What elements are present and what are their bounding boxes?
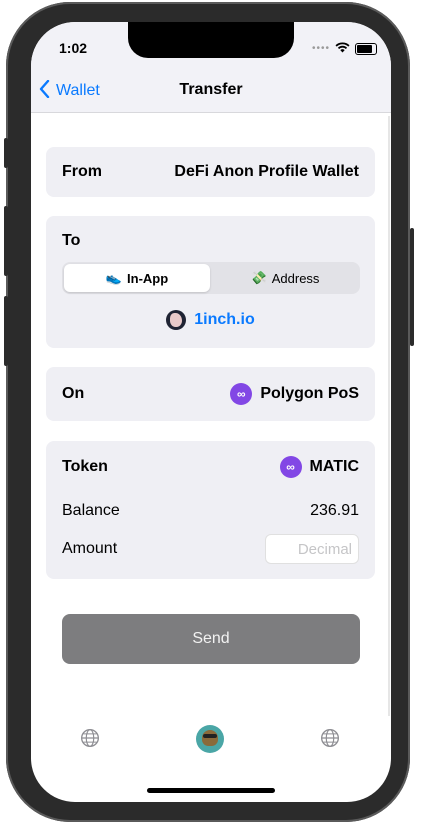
home-indicator[interactable] (147, 788, 275, 793)
power-button (410, 228, 414, 346)
from-card[interactable]: From DeFi Anon Profile Wallet (46, 147, 375, 197)
amount-input[interactable] (265, 534, 359, 564)
send-button[interactable]: Send (62, 614, 360, 664)
amount-label: Amount (62, 540, 118, 557)
amount-row: Amount (62, 532, 359, 566)
battery-icon (355, 42, 377, 55)
token-label: Token (62, 458, 108, 475)
status-time: 1:02 (59, 40, 88, 56)
scroll-indicator[interactable] (388, 116, 390, 716)
token-row[interactable]: Token ∞ MATIC (62, 455, 359, 479)
network-label: On (62, 385, 85, 402)
network-value: ∞ Polygon PoS (230, 383, 359, 405)
balance-row: Balance 236.91 (62, 499, 359, 523)
to-row: To (62, 230, 359, 252)
balance-value: 236.91 (310, 502, 359, 519)
segment-in-app[interactable]: 👟 In-App (64, 264, 210, 292)
token-value: ∞ MATIC (279, 456, 359, 478)
profile-avatar[interactable] (196, 725, 224, 753)
from-label: From (62, 163, 102, 180)
token-symbol: MATIC (309, 458, 359, 475)
globe-icon (321, 729, 339, 747)
destination-link[interactable]: 1inch.io (46, 310, 375, 330)
globe-icon (81, 729, 99, 747)
from-row: From DeFi Anon Profile Wallet (62, 147, 359, 197)
recipient-type-segmented-control: 👟 In-App 💸 Address (62, 262, 360, 294)
network-name: Polygon PoS (260, 385, 359, 402)
volume-down-button (4, 296, 8, 366)
to-label: To (62, 232, 81, 249)
signal-icon: •••• (311, 43, 330, 54)
balance-label: Balance (62, 502, 120, 519)
token-card: Token ∞ MATIC Balance 236.91 Amount (46, 441, 375, 579)
segment-in-app-label: In-App (127, 270, 169, 286)
tab-globe-left[interactable] (80, 728, 100, 753)
money-icon: 💸 (250, 270, 267, 285)
notch (128, 22, 294, 58)
from-wallet-value: DeFi Anon Profile Wallet (174, 163, 359, 180)
to-card: To 👟 In-App 💸 Address 1inch.io (46, 216, 375, 348)
1inch-unicorn-icon (166, 310, 187, 330)
polygon-icon: ∞ (230, 383, 253, 405)
screen: 1:02 •••• Wallet Transfer From DeFi Anon… (31, 22, 391, 802)
volume-up-button (4, 206, 8, 276)
navigation-bar: Wallet Transfer (31, 72, 391, 113)
wifi-icon (335, 41, 350, 56)
network-card[interactable]: On ∞ Polygon PoS (46, 367, 375, 421)
segment-address[interactable]: 💸 Address (212, 264, 358, 292)
network-row: On ∞ Polygon PoS (62, 367, 359, 421)
shoe-icon: 👟 (105, 270, 123, 285)
mute-switch (4, 138, 8, 168)
segment-address-label: Address (271, 270, 320, 286)
matic-icon: ∞ (279, 456, 302, 478)
page-title: Transfer (179, 81, 243, 98)
destination-label: 1inch.io (194, 311, 255, 328)
tab-globe-right[interactable] (320, 728, 340, 753)
status-icons: •••• (312, 41, 377, 56)
